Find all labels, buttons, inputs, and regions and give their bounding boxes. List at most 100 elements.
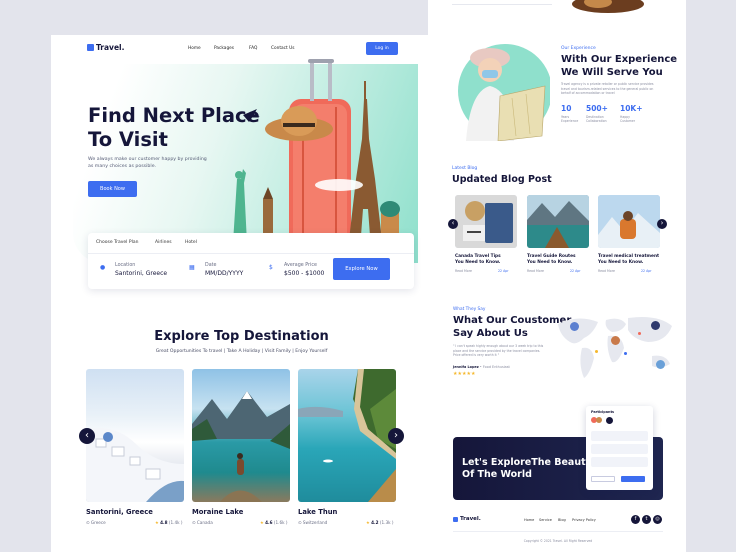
carousel-next-button[interactable]: › bbox=[388, 428, 404, 444]
copyright-text: Copyright © 2021 Travel. All Right Reser… bbox=[523, 539, 593, 543]
blog-post-title: Travel Guide Routes You Need to Know. bbox=[527, 254, 576, 265]
testimonial-label: What They Say bbox=[453, 307, 486, 312]
logo-icon bbox=[87, 44, 94, 51]
logo-text: Travel. bbox=[96, 43, 125, 52]
destination-card-moraine[interactable] bbox=[192, 369, 290, 502]
hero-subtitle-line1: We always make our customer happy by pro… bbox=[88, 157, 207, 162]
blog-photo-medical bbox=[598, 195, 660, 248]
blog-read-more[interactable]: Read More bbox=[455, 269, 472, 273]
rating-stars: ★★★★★ bbox=[453, 371, 475, 377]
carousel-prev-button[interactable]: ‹ bbox=[79, 428, 95, 444]
twitter-icon[interactable]: t bbox=[642, 515, 651, 524]
landing-page-right: Our Experience With Our Experience We Wi… bbox=[428, 0, 686, 552]
footer-divider bbox=[453, 531, 663, 532]
map-avatar bbox=[656, 360, 665, 369]
book-now-button[interactable]: Book Now bbox=[88, 181, 137, 197]
widget-row bbox=[591, 444, 648, 454]
nav-faq[interactable]: FAQ bbox=[249, 46, 257, 51]
nav-contact[interactable]: Contact Us bbox=[271, 46, 294, 51]
widget-secondary-button[interactable] bbox=[591, 476, 615, 482]
footer-logo[interactable]: Travel. bbox=[453, 516, 481, 522]
destination-card-thun[interactable] bbox=[298, 369, 396, 502]
instagram-icon[interactable]: ◎ bbox=[653, 515, 662, 524]
blog-next-button[interactable]: › bbox=[657, 219, 667, 229]
destination-country: ⊙ Canada bbox=[192, 520, 213, 525]
nav-home[interactable]: Home bbox=[188, 46, 201, 51]
hero-subtitle-line2: as many choices as possible. bbox=[88, 164, 157, 169]
blog-read-more[interactable]: Read More bbox=[527, 269, 544, 273]
world-map bbox=[558, 317, 672, 378]
stat-label: Destination Collaboration bbox=[586, 115, 607, 123]
blog-read-more[interactable]: Read More bbox=[598, 269, 615, 273]
logo-icon bbox=[453, 516, 458, 522]
location-label: Location bbox=[115, 263, 136, 268]
blog-label: Latest Blog bbox=[452, 166, 478, 171]
login-button[interactable]: Log in bbox=[366, 42, 398, 55]
stat-label: Years Experience bbox=[561, 115, 579, 123]
footer-link-privacy[interactable]: Privacy Policy bbox=[572, 518, 596, 522]
blog-photo-canada bbox=[455, 195, 517, 248]
cta-title: Let's ExploreThe Beauty Of The World bbox=[462, 457, 592, 481]
blog-post-title: Canada Travel Tips You Need to Know. bbox=[455, 254, 501, 265]
experience-desc-line1: Travel agency is a private retailer or p… bbox=[561, 82, 654, 86]
destination-rating: ★ 4.6 (1.6k ) bbox=[260, 520, 288, 525]
destination-name: Santorini, Greece bbox=[86, 508, 153, 516]
destination-rating: ★ 4.2 (1.3k ) bbox=[366, 520, 394, 525]
brand-logo[interactable]: Travel. bbox=[87, 43, 124, 52]
blog-photo-routes bbox=[527, 195, 589, 248]
footer-link-service[interactable]: Service bbox=[539, 518, 552, 522]
participants-label: Participants bbox=[591, 410, 615, 414]
facebook-icon[interactable]: f bbox=[631, 515, 640, 524]
add-participant-icon[interactable] bbox=[606, 417, 613, 424]
price-label: Average Price bbox=[284, 263, 317, 268]
nav-packages[interactable]: Packages bbox=[214, 46, 234, 51]
map-marker bbox=[624, 352, 627, 355]
plane-icon bbox=[243, 109, 260, 122]
blog-card-medical[interactable] bbox=[598, 195, 660, 248]
stat-value: 10 bbox=[561, 104, 572, 113]
experience-label: Our Experience bbox=[561, 46, 596, 51]
stat-value: 500+ bbox=[586, 104, 608, 113]
quote-line3: Price offered is very worth it " bbox=[453, 353, 500, 358]
moraine-photo bbox=[192, 391, 290, 502]
star-icon: ★ bbox=[366, 520, 370, 525]
blog-card-canada[interactable] bbox=[455, 195, 517, 248]
price-value: $500 - $1000 bbox=[284, 270, 325, 277]
tab-travel-plan[interactable]: Choose Travel Plan bbox=[96, 240, 138, 245]
testimonial-quote: " I can't speak highly enough about our … bbox=[453, 344, 543, 358]
stat-label: Happy Customer bbox=[620, 115, 636, 123]
date-label: Date bbox=[205, 263, 217, 268]
cta-line1: Let's ExploreThe Beauty bbox=[462, 457, 592, 468]
top-divider bbox=[452, 4, 552, 5]
star-icon: ★ bbox=[470, 371, 476, 377]
destination-name: Moraine Lake bbox=[192, 508, 244, 516]
experience-title-line1: With Our Experience bbox=[561, 54, 678, 65]
footer-link-blog[interactable]: Blog bbox=[558, 518, 566, 522]
blog-prev-button[interactable]: ‹ bbox=[448, 219, 458, 229]
footer-link-home[interactable]: Home bbox=[524, 518, 534, 522]
date-value: MM/DD/YYYY bbox=[205, 270, 244, 277]
map-avatar bbox=[651, 321, 660, 330]
tab-airlines[interactable]: Airlines bbox=[155, 240, 172, 245]
blog-date: 22 Apr bbox=[498, 269, 509, 273]
map-avatar bbox=[611, 336, 620, 345]
explore-now-button[interactable]: Explore Now bbox=[333, 258, 390, 280]
widget-row bbox=[591, 431, 648, 441]
location-value: Santorini, Greece bbox=[115, 270, 168, 277]
widget-primary-button[interactable] bbox=[621, 476, 645, 482]
blog-date: 22 Apr bbox=[641, 269, 652, 273]
calendar-icon: ▦ bbox=[189, 264, 195, 271]
map-marker bbox=[595, 350, 598, 353]
experience-title: With Our Experience We Will Serve You bbox=[561, 53, 677, 79]
thun-photo bbox=[298, 369, 396, 502]
destination-card-santorini[interactable] bbox=[86, 369, 184, 502]
location-pin-icon: ● bbox=[100, 264, 106, 271]
search-panel: Choose Travel Plan Airlines Hotel ● Loca… bbox=[88, 233, 414, 289]
map-avatar bbox=[570, 322, 579, 331]
tab-hotel[interactable]: Hotel bbox=[185, 240, 197, 245]
logo-text: Travel. bbox=[460, 516, 481, 522]
star-icon: ★ bbox=[155, 520, 159, 525]
map-marker bbox=[638, 332, 641, 335]
avatar bbox=[596, 417, 602, 423]
blog-card-routes[interactable] bbox=[527, 195, 589, 248]
